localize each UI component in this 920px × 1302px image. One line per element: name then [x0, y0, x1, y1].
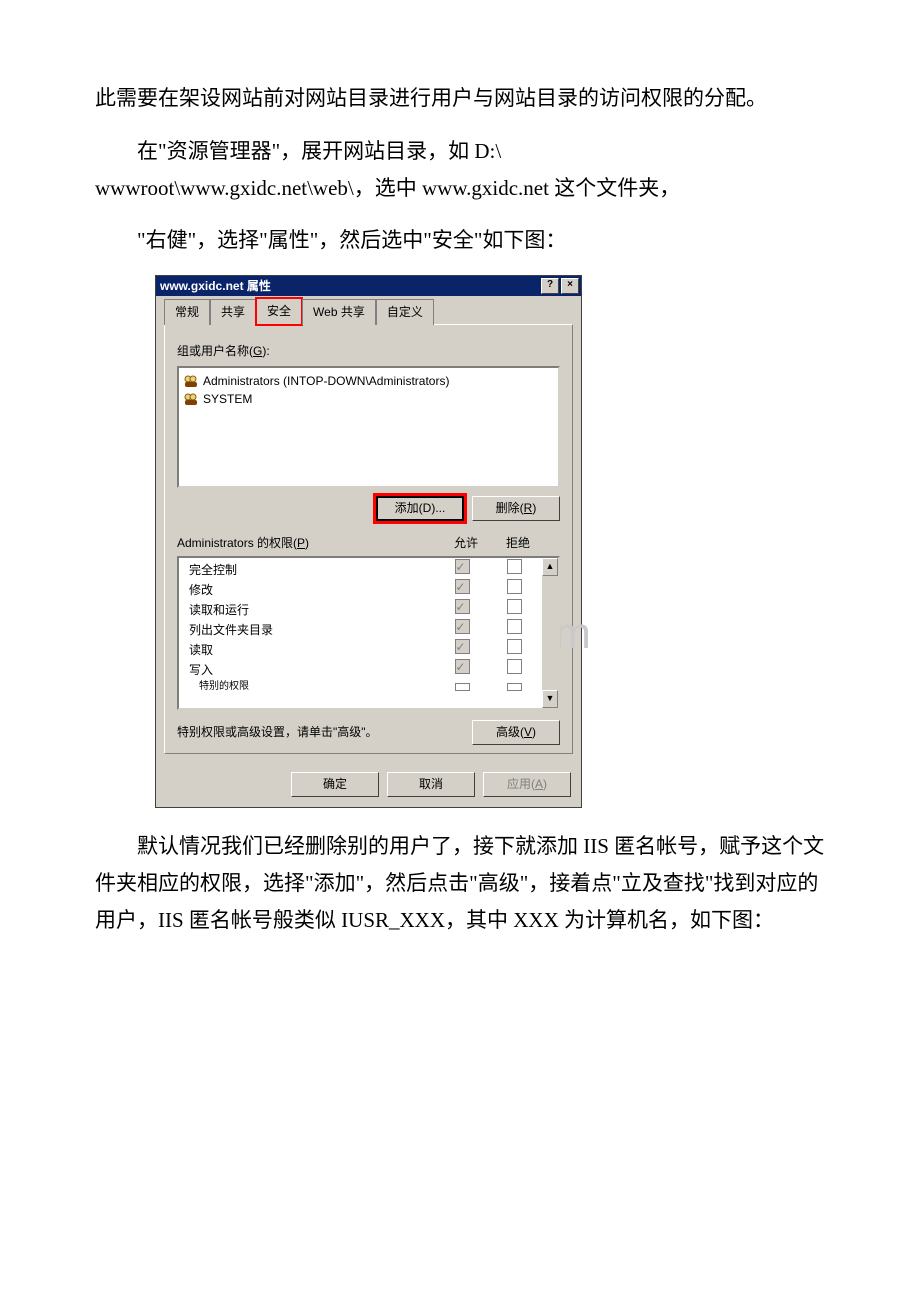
group-icon	[183, 392, 199, 406]
add-remove-row: 添加(D)... 删除(R)	[177, 496, 560, 521]
permissions-listbox: 完全控制 修改 读取和运行	[177, 556, 560, 710]
deny-checkbox[interactable]	[507, 659, 522, 674]
paragraph-1: 此需要在架设网站前对网站目录进行用户与网站目录的访问权限的分配。	[95, 80, 825, 117]
close-button[interactable]: ×	[561, 278, 579, 294]
paragraph-3: "右健"，选择"属性"，然后选中"安全"如下图：	[95, 222, 825, 259]
users-listbox[interactable]: Administrators (INTOP-DOWN\Administrator…	[177, 366, 560, 488]
remove-button[interactable]: 删除(R)	[472, 496, 560, 521]
scrollbar[interactable]: ▲ ▼	[542, 558, 558, 708]
allow-checkbox[interactable]	[455, 683, 470, 691]
group-icon	[183, 374, 199, 388]
allow-checkbox[interactable]	[455, 639, 470, 654]
deny-checkbox[interactable]	[507, 683, 522, 691]
tab-security[interactable]: 安全	[256, 298, 302, 325]
apply-button[interactable]: 应用(A)	[483, 772, 571, 797]
permissions-header: Administrators 的权限(P) 允许 拒绝	[177, 533, 560, 554]
list-item[interactable]: Administrators (INTOP-DOWN\Administrator…	[183, 372, 554, 390]
list-item[interactable]: SYSTEM	[183, 390, 554, 408]
deny-checkbox[interactable]	[507, 559, 522, 574]
scroll-down-button[interactable]: ▼	[542, 690, 558, 708]
deny-checkbox[interactable]	[507, 599, 522, 614]
document-page: 此需要在架设网站前对网站目录进行用户与网站目录的访问权限的分配。 在"资源管理器…	[0, 0, 920, 994]
tab-custom[interactable]: 自定义	[376, 299, 434, 325]
list-item-label: SYSTEM	[203, 389, 252, 410]
tab-general[interactable]: 常规	[164, 299, 210, 325]
paragraph-2: 在"资源管理器"，展开网站目录，如 D:\ wwwroot\www.gxidc.…	[95, 133, 825, 207]
scroll-up-button[interactable]: ▲	[542, 558, 558, 576]
allow-checkbox[interactable]	[455, 619, 470, 634]
dialog-title: www.gxidc.net 属性	[160, 276, 539, 297]
permissions-label: Administrators 的权限(P)	[177, 533, 440, 554]
tab-share[interactable]: 共享	[210, 299, 256, 325]
perm-row-readexec: 读取和运行	[189, 600, 540, 620]
deny-checkbox[interactable]	[507, 639, 522, 654]
deny-checkbox[interactable]	[507, 619, 522, 634]
dialog-body: 常规 共享 安全 Web 共享 自定义 组或用户名称(G):	[156, 296, 581, 764]
tab-strip: 常规 共享 安全 Web 共享 自定义	[164, 302, 573, 324]
perm-row-special: 特别的权限	[189, 680, 540, 694]
allow-checkbox[interactable]	[455, 579, 470, 594]
allow-checkbox[interactable]	[455, 659, 470, 674]
screenshot-figure: www.b o .com www.gxidc.net 属性 ? × 常规 共享 …	[155, 275, 825, 808]
dialog-titlebar: www.gxidc.net 属性 ? ×	[156, 276, 581, 296]
security-panel: 组或用户名称(G): Administrators (INTOP-DOWN\Ad…	[164, 324, 573, 754]
advanced-button[interactable]: 高级(V)	[472, 720, 560, 745]
perm-row-read: 读取	[189, 640, 540, 660]
deny-checkbox[interactable]	[507, 579, 522, 594]
allow-header: 允许	[440, 533, 492, 554]
perm-row-modify: 修改	[189, 580, 540, 600]
groups-label: 组或用户名称(G):	[177, 341, 560, 362]
add-button[interactable]: 添加(D)...	[376, 496, 464, 521]
perm-row-listdir: 列出文件夹目录	[189, 620, 540, 640]
properties-dialog: www.gxidc.net 属性 ? × 常规 共享 安全 Web 共享 自定义…	[155, 275, 582, 808]
cancel-button[interactable]: 取消	[387, 772, 475, 797]
deny-header: 拒绝	[492, 533, 544, 554]
perm-row-write: 写入	[189, 660, 540, 680]
paragraph-4: 默认情况我们已经删除别的用户了，接下就添加 IIS 匿名帐号，赋予这个文件夹相应…	[95, 828, 825, 938]
advanced-row: 特别权限或高级设置，请单击"高级"。 高级(V)	[177, 720, 560, 745]
dialog-buttons: 确定 取消 应用(A)	[156, 764, 581, 807]
ok-button[interactable]: 确定	[291, 772, 379, 797]
allow-checkbox[interactable]	[455, 599, 470, 614]
allow-checkbox[interactable]	[455, 559, 470, 574]
advanced-text: 特别权限或高级设置，请单击"高级"。	[177, 722, 472, 743]
help-button[interactable]: ?	[541, 278, 559, 294]
tab-webshare[interactable]: Web 共享	[302, 299, 376, 325]
perm-row-full: 完全控制	[189, 560, 540, 580]
